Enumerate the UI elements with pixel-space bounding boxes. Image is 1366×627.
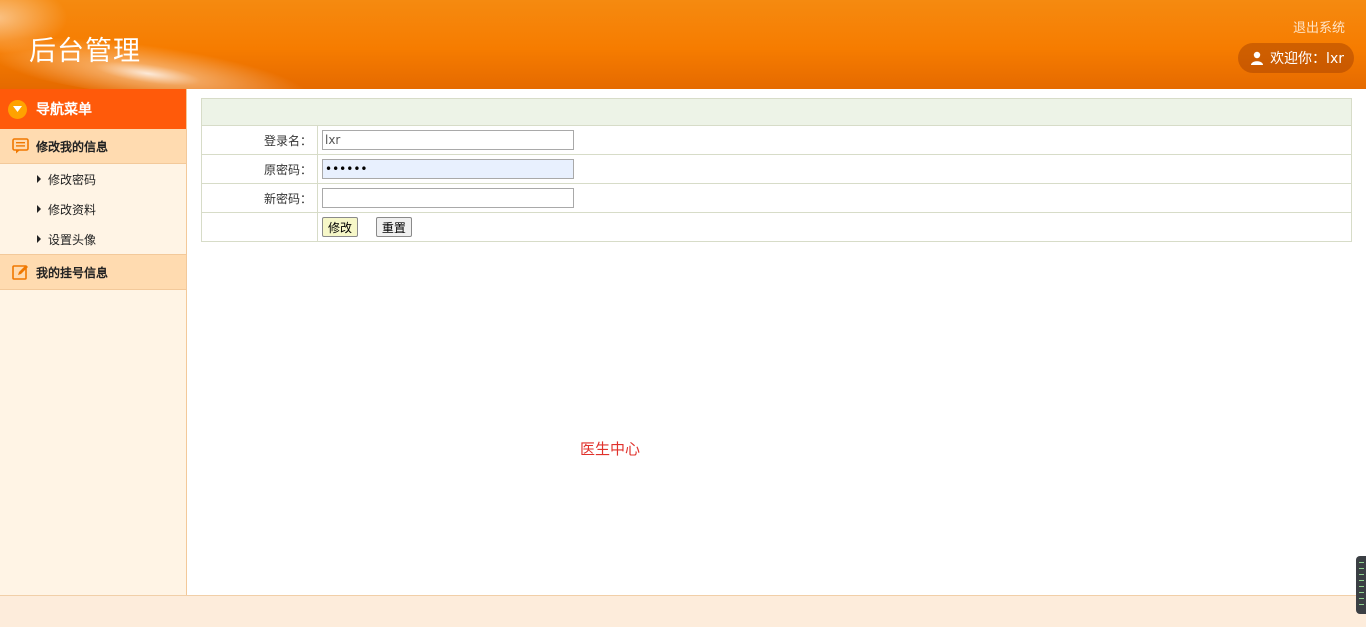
form-row-old-password: 原密码： [201, 154, 1352, 184]
main-content: 登录名： 原密码： 新密码： 修改 重置 [201, 98, 1352, 242]
app-title: 后台管理 [29, 36, 141, 67]
footer-bar [0, 595, 1366, 627]
nav-group-label: 我的挂号信息 [36, 265, 109, 280]
sidebar: 导航菜单 修改我的信息 修改密码 修改资料 设置头像 我的挂号信息 [0, 89, 187, 595]
side-widget-handle[interactable] [1356, 556, 1366, 614]
sidebar-item-edit-profile[interactable]: 修改资料 [0, 194, 186, 224]
old-password-label: 原密码： [201, 154, 318, 184]
nav-menu-title: 导航菜单 [36, 102, 92, 118]
nav-group-label: 修改我的信息 [36, 139, 109, 154]
sidebar-item-label: 设置头像 [48, 232, 97, 247]
old-password-input[interactable] [322, 159, 574, 179]
username-input[interactable] [322, 130, 574, 150]
password-form-table: 登录名： 原密码： 新密码： 修改 重置 [201, 98, 1352, 242]
center-caption: 医生中心 [580, 440, 641, 458]
nav-group-my-registrations[interactable]: 我的挂号信息 [0, 254, 186, 290]
sidebar-item-change-password[interactable]: 修改密码 [0, 164, 186, 194]
reset-button[interactable]: 重置 [375, 217, 412, 237]
welcome-text: 欢迎你：lxr [1270, 51, 1344, 67]
caret-right-icon [37, 235, 41, 243]
user-icon [1251, 51, 1264, 65]
username-label: 登录名： [201, 125, 318, 155]
sidebar-item-label: 修改资料 [48, 202, 97, 217]
nav-group-my-info[interactable]: 修改我的信息 [0, 129, 186, 164]
caret-right-icon [37, 205, 41, 213]
caret-right-icon [37, 175, 41, 183]
form-header-row [201, 98, 1352, 126]
message-icon [12, 138, 29, 154]
form-row-username: 登录名： [201, 125, 1352, 155]
new-password-label: 新密码： [201, 183, 318, 213]
form-header-cell [201, 98, 1352, 126]
header-banner: 后台管理 退出系统 欢迎你：lxr [0, 0, 1366, 89]
form-row-new-password: 新密码： [201, 183, 1352, 213]
welcome-badge: 欢迎你：lxr [1238, 43, 1354, 73]
nav-menu-header: 导航菜单 [0, 89, 186, 129]
form-row-actions: 修改 重置 [201, 212, 1352, 242]
new-password-input[interactable] [322, 188, 574, 208]
sidebar-item-label: 修改密码 [48, 172, 97, 187]
submit-button[interactable]: 修改 [322, 217, 359, 237]
logout-link[interactable]: 退出系统 [1293, 17, 1345, 36]
chevron-down-icon [8, 99, 27, 119]
nav-sub-list: 修改密码 修改资料 设置头像 [0, 164, 186, 254]
sidebar-item-set-avatar[interactable]: 设置头像 [0, 224, 186, 254]
edit-icon [12, 265, 28, 280]
